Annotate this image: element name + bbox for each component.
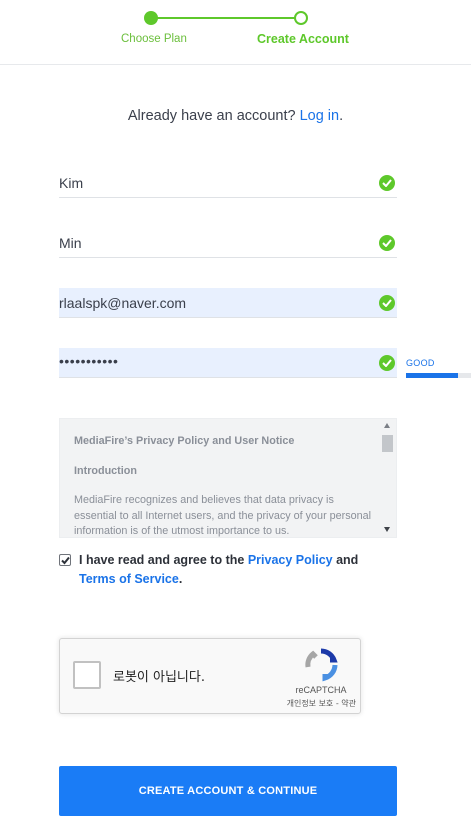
privacy-policy-link[interactable]: Privacy Policy	[248, 553, 333, 567]
email-field[interactable]: rlaalspk@naver.com	[59, 288, 397, 318]
scroll-down-arrow-icon[interactable]	[384, 527, 390, 532]
password-field[interactable]: •••••••••••	[59, 348, 397, 378]
privacy-policy-content: MediaFire’s Privacy Policy and User Noti…	[74, 434, 374, 537]
last-name-value[interactable]: Min	[59, 235, 82, 251]
stepper-line	[151, 17, 301, 19]
agree-and: and	[336, 553, 359, 567]
recaptcha-checkbox[interactable]	[73, 661, 101, 689]
policy-title: MediaFire’s Privacy Policy and User Noti…	[74, 435, 295, 447]
password-strength-fill	[406, 373, 458, 378]
policy-body: MediaFire recognizes and believes that d…	[74, 494, 372, 537]
agree-text: I have read and agree to the Privacy Pol…	[79, 551, 389, 589]
step-create-account-dot	[294, 11, 308, 25]
login-prompt: Already have an account? Log in.	[0, 108, 471, 124]
recaptcha-logo-icon	[305, 648, 338, 682]
first-name-field[interactable]: Kim	[59, 168, 397, 198]
create-account-button[interactable]: CREATE ACCOUNT & CONTINUE	[59, 766, 397, 816]
email-value[interactable]: rlaalspk@naver.com	[59, 295, 186, 311]
terms-of-service-link[interactable]: Terms of Service	[79, 572, 179, 586]
login-prompt-text: Already have an account?	[127, 108, 296, 124]
step-choose-plan-label[interactable]: Choose Plan	[121, 33, 187, 45]
checkmark-icon	[61, 556, 70, 565]
last-name-field[interactable]: Min	[59, 228, 397, 258]
password-value[interactable]: •••••••••••	[59, 353, 118, 369]
step-choose-plan-dot	[144, 11, 158, 25]
valid-check-icon	[379, 355, 395, 371]
progress-stepper: Choose Plan Create Account	[0, 0, 471, 65]
scroll-up-arrow-icon[interactable]	[384, 423, 390, 428]
agree-checkbox[interactable]	[59, 554, 71, 566]
agree-suffix: .	[178, 572, 183, 586]
recaptcha-label: 로봇이 아닙니다.	[113, 670, 205, 685]
recaptcha-widget: 로봇이 아닙니다. reCAPTCHA 개인정보 보호 - 약관	[59, 638, 361, 714]
recaptcha-brand: reCAPTCHA	[295, 685, 347, 695]
first-name-value[interactable]: Kim	[59, 175, 83, 191]
scroll-thumb[interactable]	[382, 435, 393, 452]
policy-heading: Introduction	[74, 464, 137, 477]
login-link[interactable]: Log in	[300, 108, 340, 124]
password-strength-label: GOOD	[406, 358, 435, 368]
login-prompt-suffix: .	[339, 108, 344, 124]
valid-check-icon	[379, 175, 395, 191]
recaptcha-links[interactable]: 개인정보 보호 - 약관	[246, 698, 356, 709]
privacy-policy-box[interactable]: MediaFire’s Privacy Policy and User Noti…	[59, 418, 397, 538]
step-create-account-label: Create Account	[257, 32, 349, 46]
password-strength-meter	[406, 373, 471, 378]
policy-scrollbar[interactable]	[379, 419, 396, 537]
valid-check-icon	[379, 295, 395, 311]
agree-prefix: I have read and agree to the	[79, 553, 245, 567]
valid-check-icon	[379, 235, 395, 251]
